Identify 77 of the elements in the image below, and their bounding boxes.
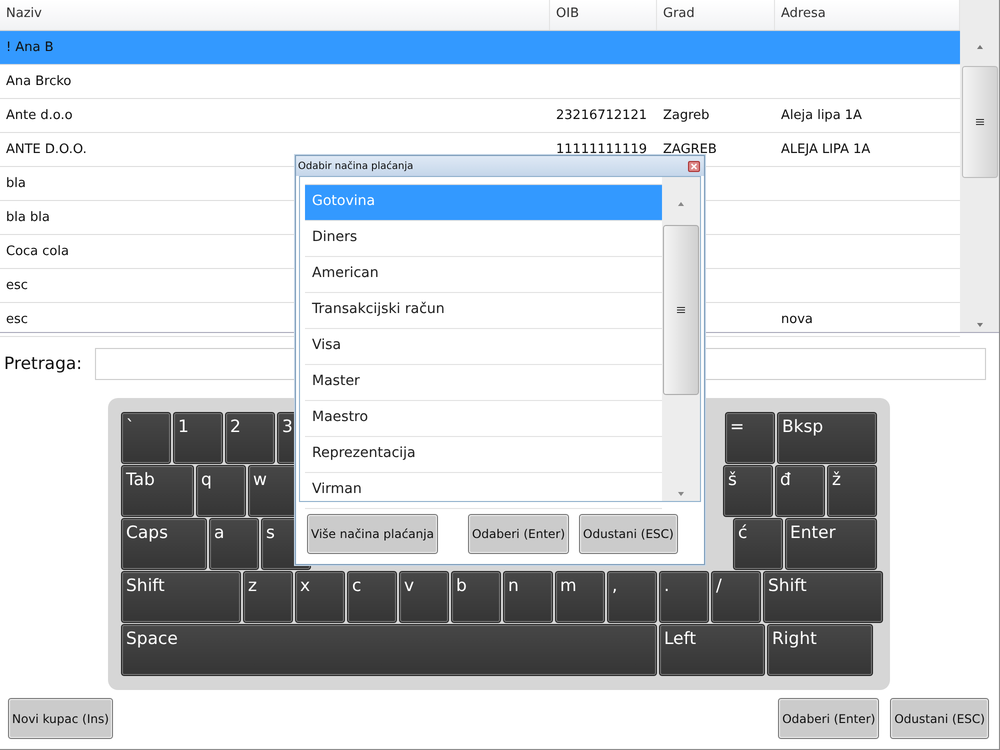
close-icon[interactable] bbox=[688, 160, 700, 172]
payment-option[interactable]: Maestro bbox=[305, 401, 662, 437]
keyboard-key[interactable]: b bbox=[451, 571, 501, 623]
keyboard-key[interactable]: ž bbox=[827, 465, 877, 517]
payment-option[interactable]: Transakcijski račun bbox=[305, 293, 662, 329]
keyboard-key[interactable]: . bbox=[659, 571, 709, 623]
keyboard-key[interactable]: š bbox=[723, 465, 773, 517]
column-header[interactable]: Naziv bbox=[0, 0, 550, 30]
keyboard-key[interactable]: / bbox=[711, 571, 761, 623]
dialog-button[interactable]: Odaberi (Enter) bbox=[468, 514, 570, 554]
keyboard-key[interactable]: n bbox=[503, 571, 553, 623]
keyboard-key[interactable]: Shift bbox=[763, 571, 883, 623]
keyboard-key[interactable]: Enter bbox=[785, 518, 877, 570]
table-cell: ALEJA LIPA 1A bbox=[781, 142, 870, 157]
keyboard-key[interactable]: ć bbox=[733, 518, 783, 570]
column-header[interactable]: Grad bbox=[657, 0, 775, 30]
keyboard-key[interactable]: Space bbox=[121, 624, 657, 676]
table-cell: ZAGREB bbox=[663, 142, 717, 157]
keyboard-key[interactable]: 1 bbox=[173, 412, 223, 464]
keyboard-key[interactable]: q bbox=[196, 465, 246, 517]
keyboard-key[interactable]: x bbox=[295, 571, 345, 623]
action-button[interactable]: Odaberi (Enter) bbox=[778, 698, 880, 739]
table-cell: bla bla bbox=[6, 210, 50, 225]
grip-icon bbox=[677, 307, 685, 313]
scroll-down-icon[interactable] bbox=[677, 491, 685, 497]
table-row[interactable]: ! Ana B bbox=[0, 31, 960, 65]
keyboard-key[interactable]: v bbox=[399, 571, 449, 623]
table-cell: esc bbox=[6, 278, 28, 293]
scrollbar[interactable] bbox=[662, 177, 700, 501]
scroll-up-icon[interactable] bbox=[677, 201, 685, 207]
table-cell: ! Ana B bbox=[6, 40, 54, 55]
keyboard-key[interactable]: đ bbox=[775, 465, 825, 517]
keyboard-key[interactable]: = bbox=[725, 412, 775, 464]
table-cell: Ana Brcko bbox=[6, 74, 72, 89]
table-cell: Zagreb bbox=[663, 108, 710, 123]
payment-option[interactable]: Visa bbox=[305, 329, 662, 365]
keyboard-key[interactable]: Shift bbox=[121, 571, 241, 623]
payment-option[interactable]: American bbox=[305, 257, 662, 293]
search-label: Pretraga: bbox=[4, 354, 84, 374]
keyboard-key[interactable]: c bbox=[347, 571, 397, 623]
payment-option[interactable]: Reprezentacija bbox=[305, 437, 662, 473]
scroll-up-icon[interactable] bbox=[976, 44, 984, 50]
keyboard-key[interactable]: Right bbox=[767, 624, 873, 676]
table-cell: Aleja lipa 1A bbox=[781, 108, 862, 123]
table-cell: ANTE D.O.O. bbox=[6, 142, 87, 157]
keyboard-key[interactable]: m bbox=[555, 571, 605, 623]
keyboard-key[interactable]: Caps bbox=[121, 518, 207, 570]
scrollbar-thumb[interactable] bbox=[663, 225, 699, 395]
keyboard-key[interactable]: ` bbox=[121, 412, 171, 464]
keyboard-key[interactable]: a bbox=[209, 518, 259, 570]
new-customer-button[interactable]: Novi kupac (Ins) bbox=[8, 698, 113, 739]
keyboard-key[interactable]: z bbox=[243, 571, 293, 623]
keyboard-key[interactable]: Bksp bbox=[777, 412, 877, 464]
keyboard-key[interactable]: Tab bbox=[121, 465, 194, 517]
scrollbar-thumb[interactable] bbox=[962, 66, 998, 178]
table-row[interactable]: Ante d.o.o 23216712121 Zagreb Aleja lipa 1A bbox=[0, 99, 960, 133]
dialog-button[interactable]: Odustani (ESC) bbox=[579, 514, 678, 554]
scroll-down-icon[interactable] bbox=[976, 322, 984, 328]
table-cell: bla bbox=[6, 176, 26, 191]
scrollbar[interactable] bbox=[960, 0, 999, 332]
table-cell: nova bbox=[781, 312, 813, 327]
table-cell: 11111111119 bbox=[556, 142, 647, 157]
payment-option[interactable]: Virman bbox=[305, 473, 662, 509]
table-cell: Ante d.o.o bbox=[6, 108, 73, 123]
table-cell: esc bbox=[6, 312, 28, 327]
table-row[interactable]: Ana Brcko bbox=[0, 65, 960, 99]
column-header[interactable]: OIB bbox=[550, 0, 657, 30]
keyboard-key[interactable]: , bbox=[607, 571, 657, 623]
dialog-button[interactable]: Više načina plaćanja bbox=[307, 514, 438, 554]
table-cell: Coca cola bbox=[6, 244, 69, 259]
payment-option[interactable]: Diners bbox=[305, 221, 662, 257]
payment-option[interactable]: Master bbox=[305, 365, 662, 401]
table-cell: 23216712121 bbox=[556, 108, 647, 123]
action-button[interactable]: Odustani (ESC) bbox=[890, 698, 989, 739]
keyboard-key[interactable]: Left bbox=[659, 624, 765, 676]
grip-icon bbox=[976, 119, 984, 125]
keyboard-key[interactable]: 2 bbox=[225, 412, 275, 464]
